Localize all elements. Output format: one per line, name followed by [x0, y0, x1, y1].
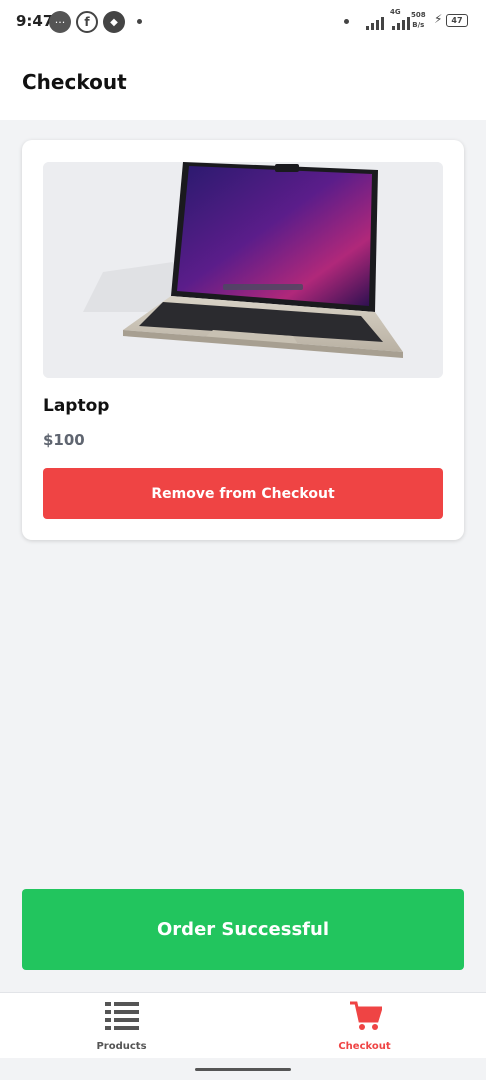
messaging-icon: ··· [49, 11, 71, 33]
gesture-area [0, 1058, 486, 1080]
laptop-image [43, 162, 443, 378]
notification-dot-icon [344, 19, 349, 24]
network-speed-unit: B/s [412, 21, 425, 29]
facebook-icon: f [76, 11, 98, 33]
order-successful-button[interactable]: Order Successful [22, 889, 464, 970]
network-speed-value: 508 [411, 11, 426, 19]
status-time: 9:47 [16, 12, 54, 30]
tab-checkout-label: Checkout [338, 1041, 391, 1052]
status-bar: 9:47 ··· f ◆ 4G 508 B/s ⚡ 47 [0, 0, 486, 44]
network-speed: 508 B/s [411, 10, 426, 30]
notification-dot-icon [137, 19, 142, 24]
tab-products-label: Products [96, 1041, 147, 1052]
signal-icon [366, 12, 384, 30]
product-price: $100 [43, 431, 85, 449]
app-icon: ◆ [103, 11, 125, 33]
cart-icon [349, 1001, 382, 1030]
charging-icon: ⚡ [434, 12, 443, 26]
product-name: Laptop [43, 396, 110, 416]
app-header: Checkout [0, 44, 486, 120]
list-icon [104, 1002, 139, 1030]
battery-icon: 47 [446, 14, 468, 27]
network-type: 4G [390, 8, 401, 16]
remove-from-checkout-button[interactable]: Remove from Checkout [43, 468, 443, 519]
page-title: Checkout [22, 70, 127, 94]
bottom-navigation: Products Checkout [0, 992, 486, 1058]
checkout-item-card: Laptop $100 Remove from Checkout [22, 140, 464, 540]
home-gesture-bar[interactable] [195, 1068, 291, 1071]
tab-checkout[interactable]: Checkout [243, 993, 486, 1059]
tab-products[interactable]: Products [0, 993, 243, 1059]
